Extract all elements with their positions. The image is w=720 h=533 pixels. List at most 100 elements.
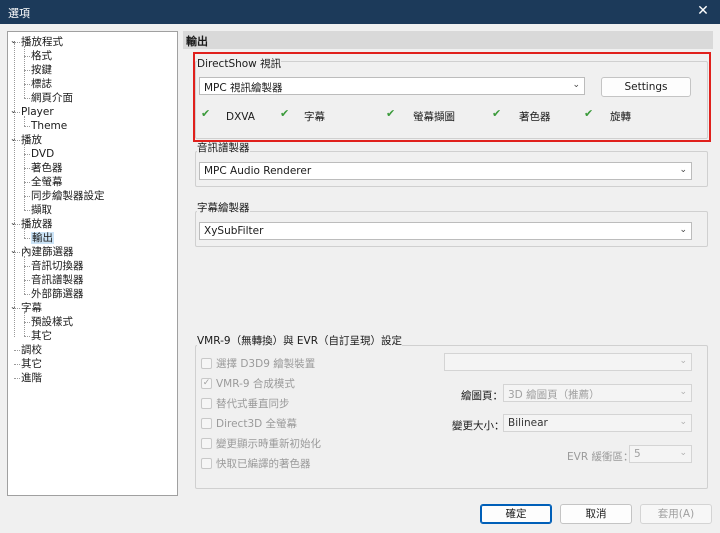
chevron-down-icon: ⌄ — [572, 80, 580, 90]
tree-item[interactable]: 標誌 — [31, 77, 52, 91]
tree-item[interactable]: Player — [21, 105, 54, 119]
video-renderer-select[interactable]: MPC 視訊繪製器 ⌄ — [199, 77, 585, 95]
video-renderer-value: MPC 視訊繪製器 — [204, 82, 283, 94]
tree-item-label: 網頁介面 — [31, 92, 73, 104]
tree-connector — [24, 336, 30, 337]
tree-item-label: 全螢幕 — [31, 176, 63, 188]
tree-item[interactable]: 調校 — [21, 343, 42, 357]
tree-item[interactable]: 內建篩選器 — [21, 245, 74, 259]
checkbox-label: 替代式垂直同步 — [216, 398, 290, 410]
tree-connector — [14, 378, 20, 379]
tree-item[interactable]: 按鍵 — [31, 63, 52, 77]
tree-item[interactable]: 其它 — [31, 329, 52, 343]
vmr-option-checkbox[interactable]: Direct3D 全螢幕 — [201, 417, 401, 431]
tree-item-label: 播放程式 — [21, 36, 63, 48]
tree-item[interactable]: Theme — [31, 119, 67, 133]
tree-item-label: 音訊譜製器 — [31, 274, 84, 286]
tree-connector — [24, 126, 30, 127]
checkbox-box[interactable] — [201, 358, 212, 369]
settings-button[interactable]: Settings — [601, 77, 691, 97]
tree-item[interactable]: 播放程式 — [21, 35, 63, 49]
tree-item-label: 音訊切換器 — [31, 260, 84, 272]
tree-item[interactable]: 其它 — [21, 357, 42, 371]
surface-select[interactable]: 3D 繪圖頁（推薦） ⌄ — [503, 384, 692, 402]
tree-item-label: 其它 — [21, 358, 42, 370]
cancel-button[interactable]: 取消 — [560, 504, 632, 524]
checkbox-label: 變更顯示時重新初始化 — [216, 438, 321, 450]
tree-item[interactable]: 輸出 — [31, 231, 54, 245]
directshow-group-label: DirectShow 視訊 — [197, 56, 282, 71]
vmr-evr-group-label: VMR-9（無轉換）與 EVR（自訂呈現）設定 — [197, 333, 403, 348]
chevron-down-icon: ⌄ — [679, 356, 687, 366]
tree-item-label: 進階 — [21, 372, 42, 384]
tree-item-label: 內建篩選器 — [21, 246, 74, 258]
tree-connector — [14, 350, 20, 351]
d3d-device-select[interactable]: ⌄ — [444, 353, 692, 371]
page-header: 輸出 — [183, 31, 713, 49]
checkmark-icon: ✔ — [280, 107, 290, 120]
vmr-option-checkbox[interactable]: 選擇 D3D9 繪製裝置 — [201, 357, 401, 371]
feature-label: 螢幕擷圖 — [413, 111, 455, 123]
vmr-option-checkbox[interactable]: ✓ VMR-9 合成模式 — [201, 377, 401, 391]
audio-renderer-select[interactable]: MPC Audio Renderer ⌄ — [199, 162, 692, 180]
checkbox-box[interactable] — [201, 458, 212, 469]
tree-item-label: 播放器 — [21, 218, 53, 230]
close-icon[interactable]: ✕ — [694, 3, 712, 19]
subtitle-renderer-select[interactable]: XySubFilter ⌄ — [199, 222, 692, 240]
options-tree[interactable]: 播放程式 ⌄ 格式 按鍵 標誌 網頁介面 Player ⌄ Theme 播放 ⌄ DVD 著色器 全螢幕同… — [7, 31, 178, 496]
tree-item-label: 著色器 — [31, 162, 63, 174]
evr-buffer-select[interactable]: 5 ⌄ — [629, 445, 692, 463]
tree-item[interactable]: 全螢幕 — [31, 175, 63, 189]
tree-connector — [24, 144, 25, 210]
tree-connector — [24, 210, 30, 211]
resize-select[interactable]: Bilinear ⌄ — [503, 414, 692, 432]
tree-item-label: Player — [21, 106, 54, 118]
tree-item[interactable]: DVD — [31, 147, 54, 161]
feature-item: ✔ 字幕 — [280, 107, 380, 124]
feature-item: ✔ 螢幕擷圖 — [386, 107, 486, 124]
tree-item[interactable]: 預設樣式 — [31, 315, 73, 329]
vmr-option-checkbox[interactable]: 快取已編譯的著色器 — [201, 457, 401, 471]
tree-item-label: 預設樣式 — [31, 316, 73, 328]
tree-item[interactable]: 播放器 — [21, 217, 53, 231]
vmr-option-checkbox[interactable]: 替代式垂直同步 — [201, 397, 401, 411]
checkmark-icon: ✔ — [584, 107, 594, 120]
checkbox-box[interactable] — [201, 398, 212, 409]
tree-item-label: Theme — [31, 120, 68, 132]
tree-item[interactable]: 著色器 — [31, 161, 63, 175]
tree-item[interactable]: 網頁介面 — [31, 91, 73, 105]
title-bar: 選項 ✕ — [0, 0, 720, 24]
tree-item[interactable]: 同步繪製器設定 — [31, 189, 105, 203]
tree-item[interactable]: 音訊切換器 — [31, 259, 84, 273]
tree-item-label: 擷取 — [31, 204, 52, 216]
tree-item[interactable]: 進階 — [21, 371, 42, 385]
apply-button[interactable]: 套用(A) — [640, 504, 712, 524]
ok-button[interactable]: 確定 — [480, 504, 552, 524]
feature-item: ✔ 著色器 — [492, 107, 592, 124]
tree-item-label: 同步繪製器設定 — [31, 190, 105, 202]
feature-label: DXVA — [226, 111, 255, 123]
checkmark-icon: ✔ — [386, 107, 396, 120]
checkbox-label: 快取已編譯的著色器 — [216, 458, 311, 470]
chevron-down-icon: ⌄ — [679, 225, 687, 235]
evr-buffer-label: EVR 緩衝區： — [567, 451, 634, 463]
checkbox-box[interactable] — [201, 418, 212, 429]
tree-item[interactable]: 外部篩選器 — [31, 287, 84, 301]
tree-item[interactable]: 音訊譜製器 — [31, 273, 84, 287]
tree-connector — [24, 116, 25, 126]
tree-item-label: 格式 — [31, 50, 52, 62]
tree-item-label: 輸出 — [31, 232, 54, 244]
checkbox-box[interactable] — [201, 438, 212, 449]
checkbox-label: Direct3D 全螢幕 — [216, 418, 298, 430]
subtitle-renderer-group-label: 字幕繪製器 — [197, 200, 250, 215]
audio-renderer-group-label: 音訊譜製器 — [197, 140, 250, 155]
tree-item[interactable]: 擷取 — [31, 203, 52, 217]
tree-item[interactable]: 格式 — [31, 49, 52, 63]
checkbox-box[interactable]: ✓ — [201, 378, 212, 389]
feature-label: 旋轉 — [610, 111, 631, 123]
checkmark-icon: ✔ — [201, 107, 211, 120]
page-title: 輸出 — [186, 35, 208, 48]
checkmark-icon: ✔ — [492, 107, 502, 120]
vmr-option-checkbox[interactable]: 變更顯示時重新初始化 — [201, 437, 401, 451]
feature-label: 著色器 — [519, 111, 551, 123]
